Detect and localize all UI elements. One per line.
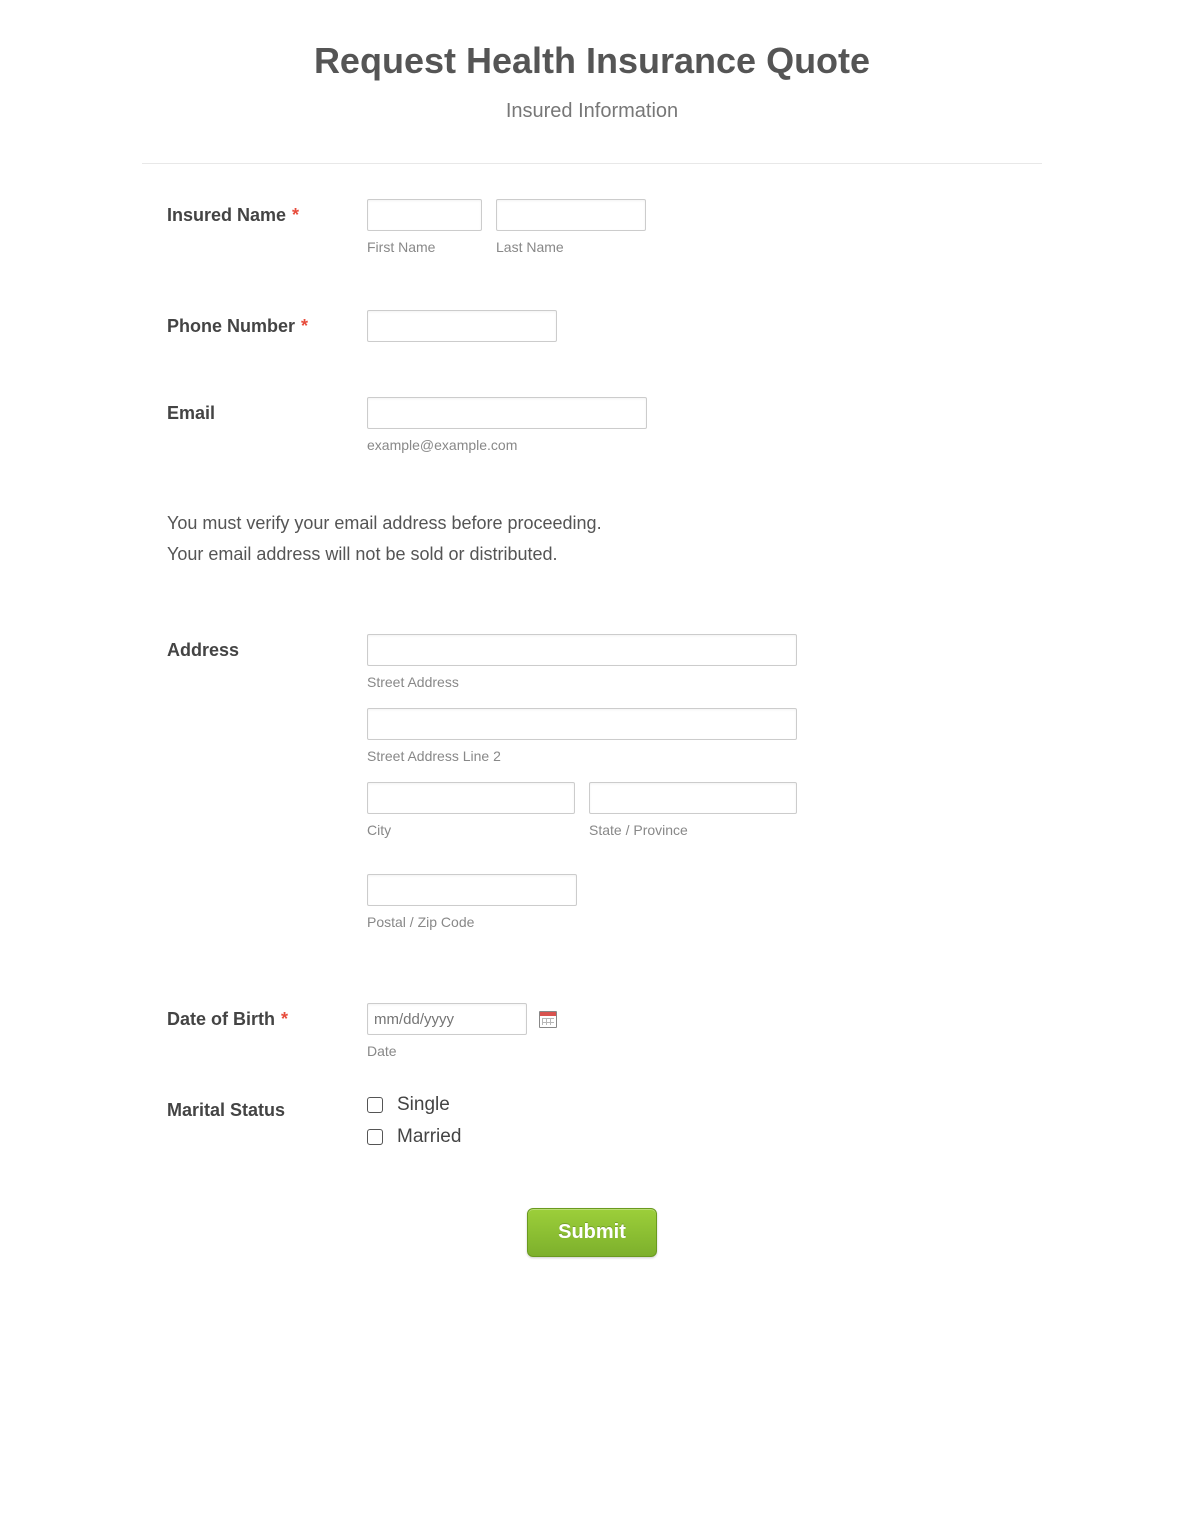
state-sublabel: State / Province	[589, 822, 797, 838]
required-marker: *	[292, 205, 299, 225]
page-title: Request Health Insurance Quote	[142, 40, 1042, 82]
email-note-line1: You must verify your email address befor…	[167, 508, 1042, 539]
email-note-line2: Your email address will not be sold or d…	[167, 539, 1042, 570]
city-sublabel: City	[367, 822, 575, 838]
street-address-input[interactable]	[367, 634, 797, 666]
calendar-icon[interactable]	[539, 1011, 557, 1028]
checkbox-icon[interactable]	[367, 1129, 383, 1145]
first-name-sublabel: First Name	[367, 239, 482, 255]
marital-option-single[interactable]: Single	[367, 1094, 1042, 1116]
email-sublabel: example@example.com	[367, 437, 1042, 453]
first-name-input[interactable]	[367, 199, 482, 231]
street-address-2-input[interactable]	[367, 708, 797, 740]
page-subtitle: Insured Information	[142, 100, 1042, 123]
phone-input[interactable]	[367, 310, 557, 342]
email-input[interactable]	[367, 397, 647, 429]
last-name-sublabel: Last Name	[496, 239, 646, 255]
marital-option-label: Married	[397, 1126, 461, 1148]
email-note: You must verify your email address befor…	[142, 508, 1042, 569]
email-label: Email	[167, 403, 215, 423]
checkbox-icon[interactable]	[367, 1097, 383, 1113]
street-address-sublabel: Street Address	[367, 674, 1042, 690]
last-name-input[interactable]	[496, 199, 646, 231]
dob-sublabel: Date	[367, 1043, 1042, 1059]
required-marker: *	[301, 316, 308, 336]
marital-status-label: Marital Status	[167, 1100, 285, 1120]
dob-label: Date of Birth*	[167, 1009, 288, 1029]
city-input[interactable]	[367, 782, 575, 814]
phone-label: Phone Number*	[167, 316, 308, 336]
required-marker: *	[281, 1009, 288, 1029]
address-label: Address	[167, 640, 239, 660]
state-input[interactable]	[589, 782, 797, 814]
submit-button[interactable]: Submit	[527, 1208, 657, 1257]
postal-code-input[interactable]	[367, 874, 577, 906]
marital-option-married[interactable]: Married	[367, 1126, 1042, 1148]
dob-input[interactable]	[367, 1003, 527, 1035]
street-address-2-sublabel: Street Address Line 2	[367, 748, 1042, 764]
marital-option-label: Single	[397, 1094, 450, 1116]
postal-code-sublabel: Postal / Zip Code	[367, 914, 1042, 930]
insured-name-label: Insured Name*	[167, 205, 299, 225]
